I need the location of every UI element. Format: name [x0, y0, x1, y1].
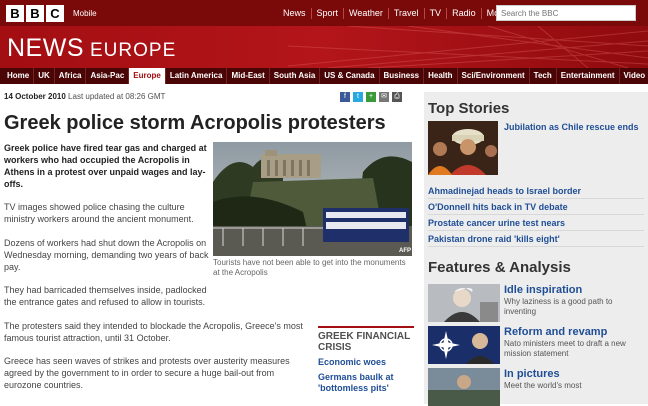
- nav-radio[interactable]: Radio: [446, 8, 481, 19]
- top-stories-heading: Top Stories: [428, 100, 510, 117]
- crisis-link[interactable]: Economic woes: [318, 357, 414, 368]
- section-sci-environment[interactable]: Sci/Environment: [458, 68, 530, 84]
- top-story[interactable]: Jubilation as Chile rescue ends: [424, 121, 648, 177]
- article-paragraph: Dozens of workers had shut down the Acro…: [4, 238, 209, 272]
- section-uk[interactable]: UK: [34, 68, 55, 84]
- feature-item[interactable]: In pictures Meet the world's most: [424, 368, 648, 406]
- article-photo: AFP: [213, 142, 412, 256]
- nato-photo: [428, 326, 500, 364]
- section-health[interactable]: Health: [424, 68, 458, 84]
- feature-description: Meet the world's most: [504, 381, 582, 390]
- article-date: 14 October 2010: [4, 92, 66, 101]
- in-pictures-photo: [428, 368, 500, 406]
- share-tools: f t + ✉ ⎙: [340, 92, 402, 102]
- article-headline: Greek police storm Acropolis protesters: [4, 112, 386, 134]
- feature-item[interactable]: Reform and revamp Nato ministers meet to…: [424, 326, 648, 364]
- crisis-title: GREEK FINANCIAL CRISIS: [318, 331, 411, 353]
- article-paragraph: The protesters said they intended to blo…: [4, 321, 303, 343]
- logo-letter-b2: B: [26, 5, 44, 22]
- article: 14 October 2010 Last updated at 08:26 GM…: [4, 92, 414, 393]
- story-link[interactable]: Pakistan drone raid 'kills eight': [428, 231, 644, 247]
- mobile-link[interactable]: Mobile: [73, 9, 97, 18]
- feature-title[interactable]: In pictures: [504, 368, 560, 380]
- feature-image[interactable]: [428, 284, 500, 322]
- crisis-link[interactable]: Germans baulk at 'bottomless pits': [318, 372, 414, 394]
- bbc-global-bar: B B C Mobile News Sport Weather Travel T…: [0, 0, 648, 26]
- email-icon[interactable]: ✉: [379, 92, 389, 102]
- feature-image[interactable]: [428, 368, 500, 406]
- top-story-link[interactable]: Jubilation as Chile rescue ends: [504, 122, 644, 133]
- facebook-icon[interactable]: f: [340, 92, 350, 102]
- story-link[interactable]: O'Donnell hits back in TV debate: [428, 199, 644, 215]
- photo-caption: Tourists have not been able to get into …: [213, 258, 406, 277]
- section-home[interactable]: Home: [3, 68, 35, 84]
- global-nav: News Sport Weather Travel TV Radio More …: [278, 8, 519, 19]
- section-latin-america[interactable]: Latin America: [166, 68, 228, 84]
- masthead-title[interactable]: NEWS EUROPE: [7, 34, 176, 63]
- top-story-image[interactable]: [428, 121, 498, 175]
- logo-letter-c: C: [46, 5, 64, 22]
- section-europe[interactable]: Europe: [129, 68, 166, 84]
- logo-letter-b1: B: [6, 5, 24, 22]
- chile-rescue-photo: [428, 121, 498, 175]
- feature-image[interactable]: [428, 326, 500, 364]
- article-paragraph: They had barricaded themselves inside, p…: [4, 285, 207, 307]
- story-link[interactable]: Ahmadinejad heads to Israel border: [428, 183, 644, 199]
- section-tech[interactable]: Tech: [530, 68, 557, 84]
- section-africa[interactable]: Africa: [55, 68, 87, 84]
- section-us-canada[interactable]: US & Canada: [320, 68, 380, 84]
- nav-sport[interactable]: Sport: [310, 8, 344, 19]
- features-heading: Features & Analysis: [428, 259, 571, 276]
- greek-crisis-box: GREEK FINANCIAL CRISIS Economic woes Ger…: [318, 326, 414, 394]
- section-south-asia[interactable]: South Asia: [270, 68, 321, 84]
- section-video[interactable]: Video: [620, 68, 648, 84]
- nav-news[interactable]: News: [278, 8, 311, 19]
- news-masthead: NEWS EUROPE: [0, 26, 648, 68]
- article-paragraph: TV images showed police chasing the cult…: [4, 202, 194, 224]
- article-intro: Greek police have fired tear gas and cha…: [4, 143, 207, 189]
- sidebar: Top Stories Jubilation as Chile rescue e…: [424, 92, 648, 406]
- feature-description: Why laziness is a good path to inventing: [504, 297, 613, 316]
- last-updated: Last updated at 08:26 GMT: [68, 92, 166, 101]
- search-input[interactable]: [496, 5, 636, 21]
- feature-title[interactable]: Reform and revamp: [504, 326, 607, 338]
- top-stories-list: Ahmadinejad heads to Israel border O'Don…: [428, 183, 644, 247]
- section-mid-east[interactable]: Mid-East: [227, 68, 270, 84]
- section-name: EUROPE: [90, 40, 177, 61]
- news-wordmark: NEWS: [7, 34, 84, 62]
- nav-tv[interactable]: TV: [423, 8, 447, 19]
- feature-title[interactable]: Idle inspiration: [504, 284, 582, 296]
- story-link[interactable]: Prostate cancer urine test nears: [428, 215, 644, 231]
- idle-inspiration-photo: [428, 284, 500, 322]
- bbc-logo[interactable]: B B C: [6, 5, 64, 22]
- article-paragraph: Greece has seen waves of strikes and pro…: [4, 356, 290, 390]
- photo-credit: AFP: [399, 248, 411, 254]
- section-nav: Home UK Africa Asia-Pac Europe Latin Ame…: [0, 68, 648, 84]
- section-asia-pac[interactable]: Asia-Pac: [86, 68, 130, 84]
- twitter-icon[interactable]: t: [353, 92, 363, 102]
- print-icon[interactable]: ⎙: [392, 92, 402, 102]
- nav-travel[interactable]: Travel: [387, 8, 424, 19]
- section-business[interactable]: Business: [380, 68, 425, 84]
- acropolis-photo: AFP: [213, 142, 412, 256]
- section-entertainment[interactable]: Entertainment: [557, 68, 620, 84]
- masthead-decoration: [288, 26, 648, 68]
- feature-description: Nato ministers meet to draft a new missi…: [504, 339, 626, 358]
- nav-weather[interactable]: Weather: [343, 8, 388, 19]
- share-icon[interactable]: +: [366, 92, 376, 102]
- feature-item[interactable]: Idle inspiration Why laziness is a good …: [424, 284, 648, 322]
